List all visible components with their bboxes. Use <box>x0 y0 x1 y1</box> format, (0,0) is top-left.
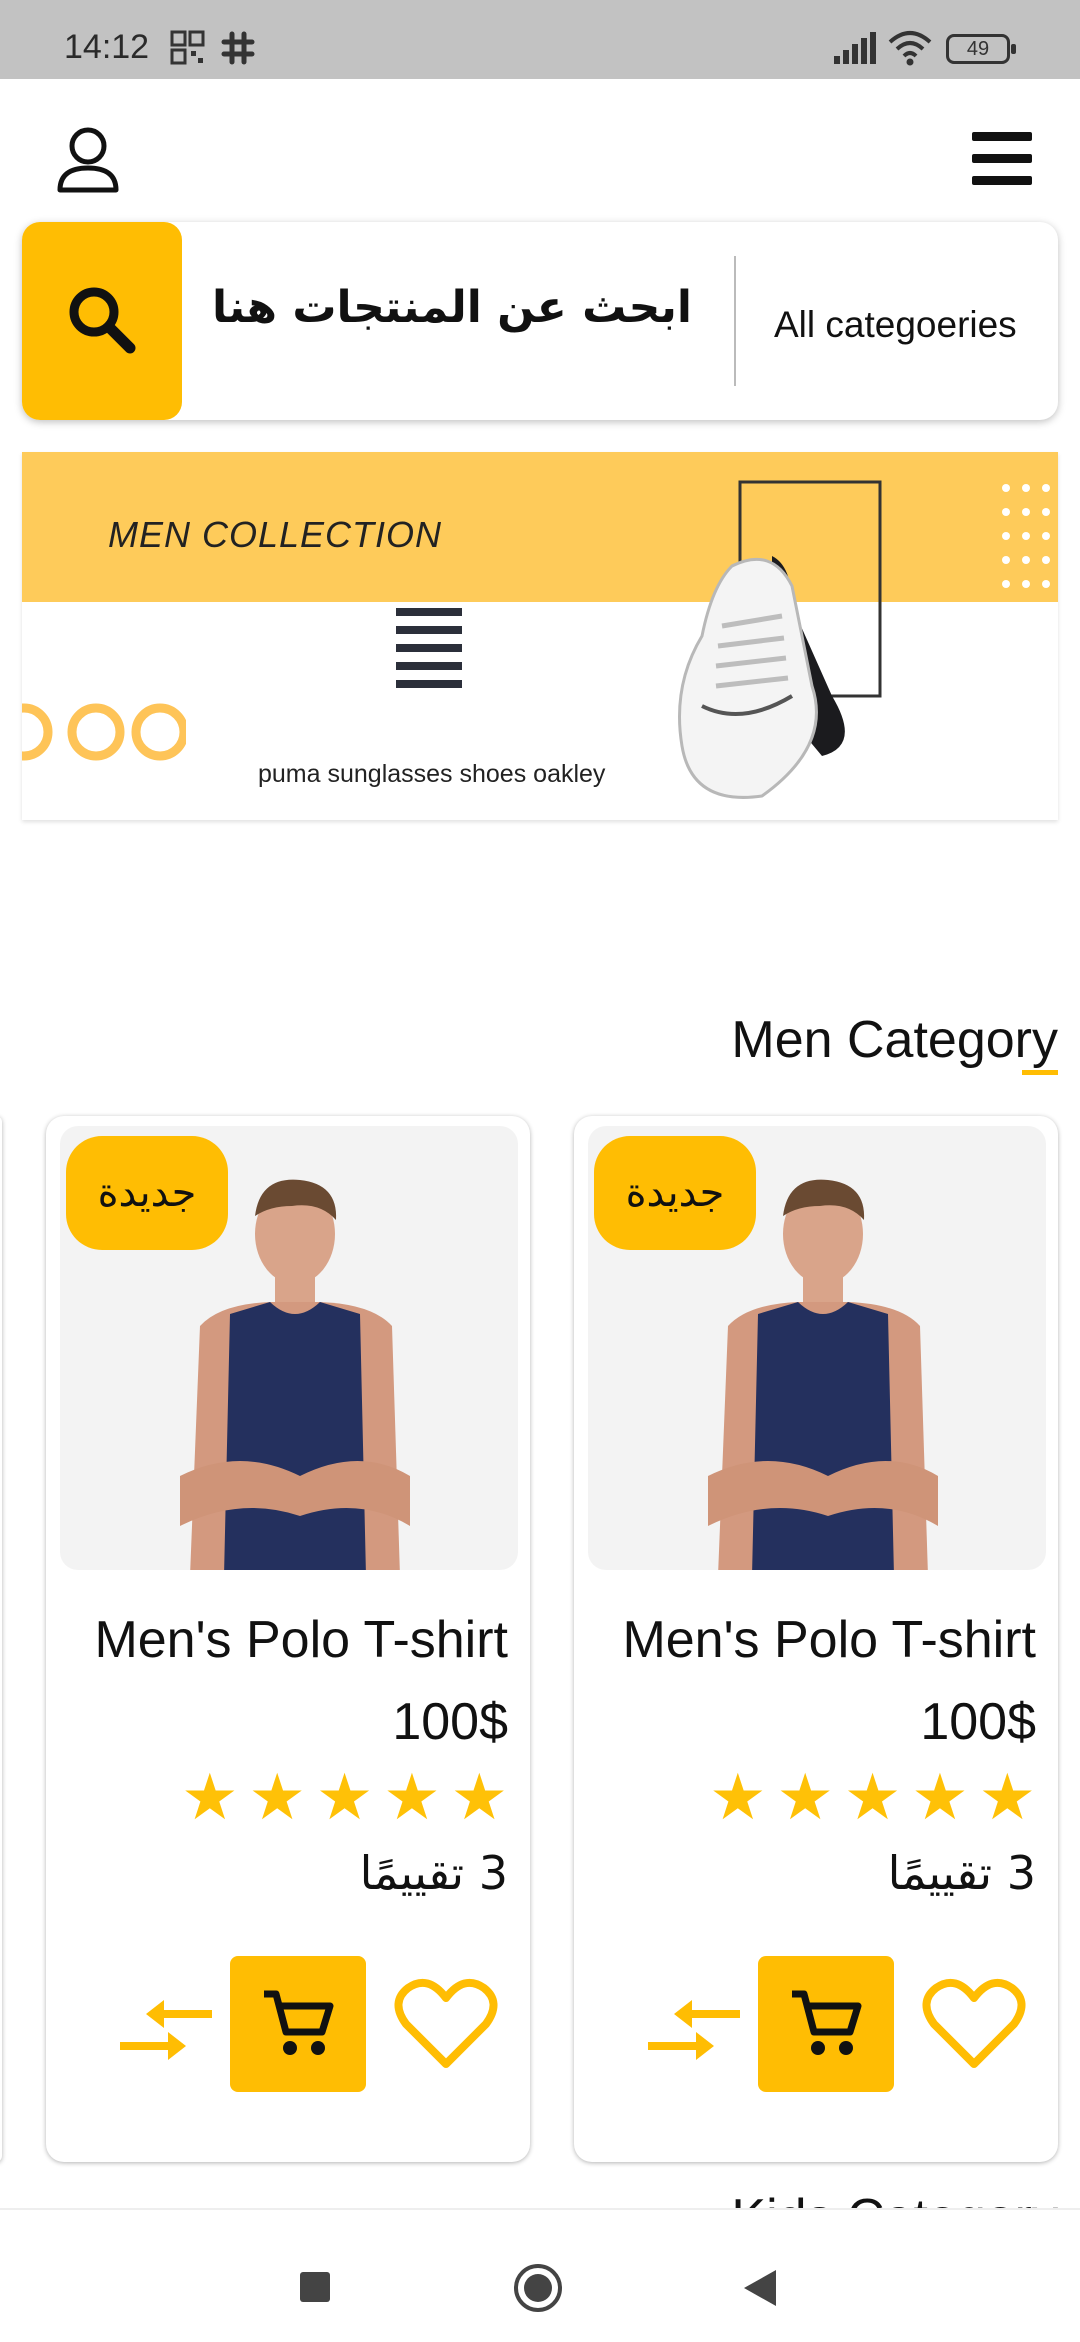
add-to-cart-button[interactable] <box>230 1956 366 2092</box>
cart-icon <box>264 1990 334 2055</box>
rating-count: 3 تقييمًا <box>887 1846 1036 1900</box>
section-title-men: Men Category <box>731 1011 1058 1069</box>
star-icon: ★ <box>315 1761 374 1833</box>
circles-decoration <box>22 703 186 761</box>
search-bar: ابحث عن المنتجات هنا All categoeries <box>22 222 1058 420</box>
star-icon: ★ <box>383 1761 441 1833</box>
product-price: 100$ <box>392 1693 508 1751</box>
banner-subtitle: puma sunglasses shoes oakley <box>258 760 606 788</box>
rating-stars: ★ ★ ★ ★ ★ <box>181 1762 508 1832</box>
product-name[interactable]: Men's Polo T-shirt <box>94 1610 508 1670</box>
compare-icon[interactable] <box>116 1996 216 2066</box>
dots-decoration <box>1002 484 1050 588</box>
lines-decoration <box>396 608 462 688</box>
product-card[interactable]: جديدة Men's Polo T-shirt 100$ ★ ★ ★ ★ ★ … <box>574 1116 1058 2162</box>
new-badge: جديدة <box>594 1136 756 1250</box>
section-underline <box>1022 1070 1058 1075</box>
status-bar: 14:12 49 <box>0 0 1080 79</box>
search-icon <box>69 287 136 354</box>
battery-icon: 49 <box>946 34 1016 64</box>
signal-icon <box>834 32 876 64</box>
favorite-heart-icon[interactable] <box>922 1976 1026 2072</box>
search-button[interactable] <box>22 222 182 420</box>
cart-icon <box>792 1990 862 2055</box>
star-icon: ★ <box>181 1761 239 1833</box>
circle-icon[interactable] <box>512 2262 564 2314</box>
favorite-heart-icon[interactable] <box>394 1976 498 2072</box>
star-icon: ★ <box>248 1761 306 1833</box>
qr-icon <box>170 30 205 65</box>
star-icon: ★ <box>843 1761 902 1833</box>
compare-icon[interactable] <box>644 1996 744 2066</box>
search-divider <box>734 256 736 386</box>
star-icon: ★ <box>776 1761 834 1833</box>
rating-count: 3 تقييمًا <box>359 1846 508 1900</box>
star-icon: ★ <box>450 1761 508 1833</box>
triangle-back-icon[interactable] <box>742 2268 778 2308</box>
rating-stars: ★ ★ ★ ★ ★ <box>709 1762 1036 1832</box>
product-name[interactable]: Men's Polo T-shirt <box>622 1610 1036 1670</box>
product-card-partial <box>0 1116 2 2162</box>
square-icon[interactable] <box>298 2270 332 2304</box>
wifi-icon <box>888 31 932 66</box>
system-nav-bar <box>0 2208 1080 2342</box>
product-price: 100$ <box>920 1693 1036 1751</box>
star-icon: ★ <box>978 1761 1036 1833</box>
star-icon: ★ <box>911 1761 969 1833</box>
banner-title: MEN COLLECTION <box>108 514 443 555</box>
hamburger-menu-icon[interactable] <box>972 132 1032 186</box>
slack-icon <box>221 31 255 65</box>
category-select[interactable]: All categoeries <box>774 304 1017 346</box>
user-icon[interactable] <box>56 126 120 196</box>
shoe-image <box>678 556 845 799</box>
search-input[interactable]: ابحث عن المنتجات هنا <box>212 282 692 333</box>
new-badge: جديدة <box>66 1136 228 1250</box>
promo-banner[interactable]: MEN COLLECTION puma sunglasses shoes oak… <box>22 452 1058 820</box>
star-icon: ★ <box>709 1761 767 1833</box>
product-card[interactable]: جديدة Men's Polo T-shirt 100$ ★ ★ ★ ★ ★ … <box>46 1116 530 2162</box>
add-to-cart-button[interactable] <box>758 1956 894 2092</box>
status-time: 14:12 <box>64 28 150 66</box>
